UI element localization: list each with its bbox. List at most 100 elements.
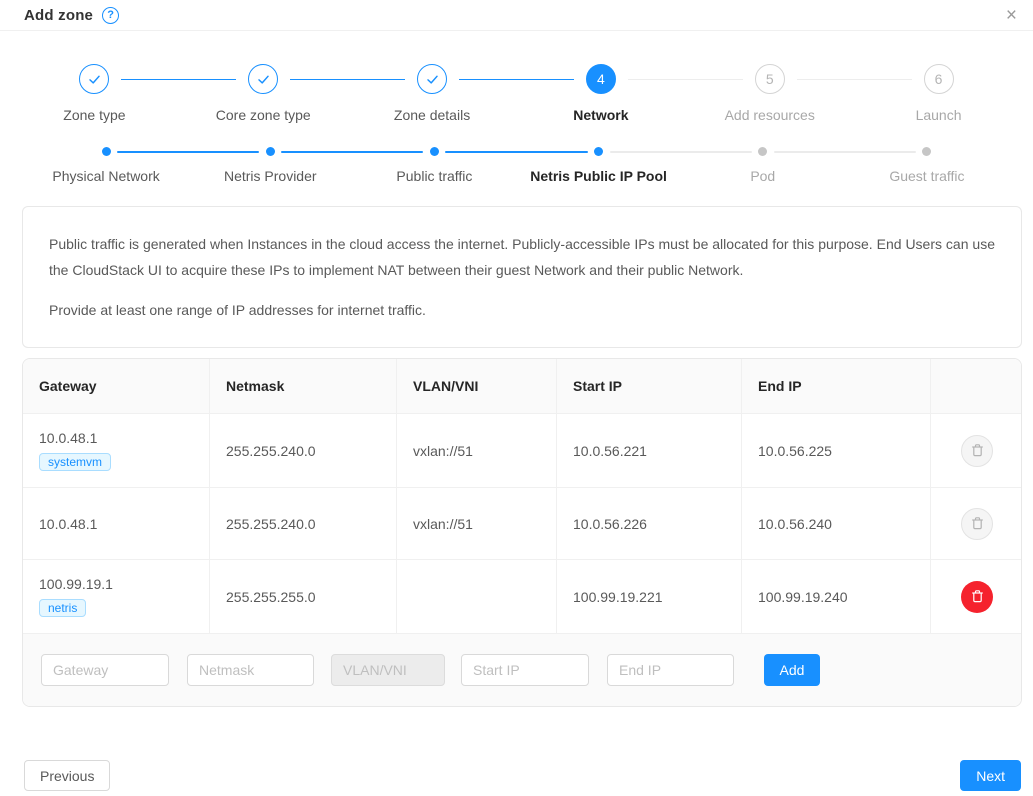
step-launch: 6 Launch bbox=[854, 64, 1023, 123]
substep-connector bbox=[774, 151, 916, 153]
help-icon[interactable]: ? bbox=[102, 7, 119, 24]
add-range-form: Add bbox=[23, 634, 1022, 706]
step-zone-details: Zone details bbox=[348, 64, 517, 123]
substep-dot bbox=[594, 147, 603, 156]
cell-netmask: 255.255.240.0 bbox=[210, 488, 397, 560]
gateway-value: 100.99.19.1 bbox=[39, 576, 193, 592]
info-paragraph-2: Provide at least one range of IP address… bbox=[49, 297, 995, 323]
previous-button[interactable]: Previous bbox=[24, 760, 110, 791]
netris-tag: netris bbox=[39, 599, 86, 617]
close-icon[interactable]: × bbox=[1000, 4, 1023, 27]
step-connector bbox=[121, 79, 236, 80]
table-row: 10.0.48.1 systemvm 255.255.240.0 vxlan:/… bbox=[23, 414, 1022, 488]
substep-connector bbox=[281, 151, 423, 153]
step-number: 4 bbox=[597, 71, 605, 87]
trash-icon bbox=[970, 589, 985, 604]
table-row: 10.0.48.1 255.255.240.0 vxlan://51 10.0.… bbox=[23, 488, 1022, 560]
cell-end-ip: 100.99.19.240 bbox=[742, 560, 931, 634]
step-number: 6 bbox=[935, 71, 943, 87]
end-ip-input[interactable] bbox=[607, 654, 734, 686]
delete-button-disabled[interactable] bbox=[961, 435, 993, 467]
substep-guest-traffic: Guest traffic bbox=[845, 147, 1009, 184]
delete-button-disabled[interactable] bbox=[961, 508, 993, 540]
step-connector bbox=[797, 79, 912, 80]
delete-button[interactable] bbox=[961, 581, 993, 613]
modal-header: Add zone ? × bbox=[0, 0, 1033, 31]
trash-icon bbox=[970, 516, 985, 531]
add-button[interactable]: Add bbox=[764, 654, 820, 686]
substep-dot bbox=[266, 147, 275, 156]
step-add-resources: 5 Add resources bbox=[685, 64, 854, 123]
substep-label: Guest traffic bbox=[889, 168, 964, 184]
header-vlan-vni: VLAN/VNI bbox=[397, 359, 557, 414]
wizard-footer: Previous Next bbox=[0, 760, 1033, 791]
cell-actions bbox=[931, 414, 1022, 488]
substep-dot bbox=[430, 147, 439, 156]
table-row: 100.99.19.1 netris 255.255.255.0 100.99.… bbox=[23, 560, 1022, 634]
step-number: 5 bbox=[766, 71, 774, 87]
substep-label: Pod bbox=[750, 168, 775, 184]
cell-vlan bbox=[397, 560, 557, 634]
cell-netmask: 255.255.240.0 bbox=[210, 414, 397, 488]
info-paragraph-1: Public traffic is generated when Instanc… bbox=[49, 231, 995, 283]
gateway-input[interactable] bbox=[41, 654, 169, 686]
ip-range-table: Gateway Netmask VLAN/VNI Start IP End IP… bbox=[22, 358, 1022, 707]
cell-start-ip: 10.0.56.226 bbox=[557, 488, 742, 560]
cell-start-ip: 100.99.19.221 bbox=[557, 560, 742, 634]
check-icon bbox=[256, 72, 271, 87]
step-label: Core zone type bbox=[216, 107, 311, 123]
substep-pod: Pod bbox=[681, 147, 845, 184]
step-connector bbox=[290, 79, 405, 80]
substep-netris-provider: Netris Provider bbox=[188, 147, 352, 184]
substep-public-traffic: Public traffic bbox=[352, 147, 516, 184]
step-label: Network bbox=[573, 107, 628, 123]
header-start-ip: Start IP bbox=[557, 359, 742, 414]
step-connector bbox=[459, 79, 574, 80]
cell-netmask: 255.255.255.0 bbox=[210, 560, 397, 634]
substep-label: Netris Provider bbox=[224, 168, 317, 184]
substep-label: Public traffic bbox=[396, 168, 472, 184]
cell-end-ip: 10.0.56.240 bbox=[742, 488, 931, 560]
step-label: Zone details bbox=[394, 107, 470, 123]
step-connector bbox=[628, 79, 743, 80]
add-range-form-row: Add bbox=[23, 634, 1022, 706]
cell-gateway: 10.0.48.1 systemvm bbox=[23, 414, 210, 488]
substep-connector bbox=[610, 151, 752, 153]
header-end-ip: End IP bbox=[742, 359, 931, 414]
cell-actions bbox=[931, 488, 1022, 560]
cell-gateway: 100.99.19.1 netris bbox=[23, 560, 210, 634]
header-netmask: Netmask bbox=[210, 359, 397, 414]
gateway-value: 10.0.48.1 bbox=[39, 430, 193, 446]
netmask-input[interactable] bbox=[187, 654, 314, 686]
substep-connector bbox=[445, 151, 587, 153]
public-traffic-info-box: Public traffic is generated when Instanc… bbox=[22, 206, 1022, 348]
substep-label: Netris Public IP Pool bbox=[530, 168, 667, 184]
step-wait-circle: 5 bbox=[755, 64, 785, 94]
step-label: Add resources bbox=[725, 107, 815, 123]
step-network: 4 Network bbox=[516, 64, 685, 123]
step-finished-circle bbox=[417, 64, 447, 94]
cell-actions bbox=[931, 560, 1022, 634]
start-ip-input[interactable] bbox=[461, 654, 589, 686]
header-actions bbox=[931, 359, 1022, 414]
step-core-zone-type: Core zone type bbox=[179, 64, 348, 123]
vlan-vni-input[interactable] bbox=[331, 654, 445, 686]
systemvm-tag: systemvm bbox=[39, 453, 111, 471]
cell-gateway: 10.0.48.1 bbox=[23, 488, 210, 560]
cell-start-ip: 10.0.56.221 bbox=[557, 414, 742, 488]
step-finished-circle bbox=[248, 64, 278, 94]
step-wait-circle: 6 bbox=[924, 64, 954, 94]
header-gateway: Gateway bbox=[23, 359, 210, 414]
substep-label: Physical Network bbox=[52, 168, 159, 184]
substep-connector bbox=[117, 151, 259, 153]
cell-vlan: vxlan://51 bbox=[397, 488, 557, 560]
next-button[interactable]: Next bbox=[960, 760, 1021, 791]
cell-vlan: vxlan://51 bbox=[397, 414, 557, 488]
check-icon bbox=[87, 72, 102, 87]
check-icon bbox=[425, 72, 440, 87]
step-current-circle: 4 bbox=[586, 64, 616, 94]
network-substeps: Physical Network Netris Provider Public … bbox=[0, 147, 1033, 184]
step-zone-type: Zone type bbox=[10, 64, 179, 123]
substep-netris-public-ip-pool: Netris Public IP Pool bbox=[517, 147, 681, 184]
wizard-steps: Zone type Core zone type Zone details 4 … bbox=[0, 64, 1033, 123]
